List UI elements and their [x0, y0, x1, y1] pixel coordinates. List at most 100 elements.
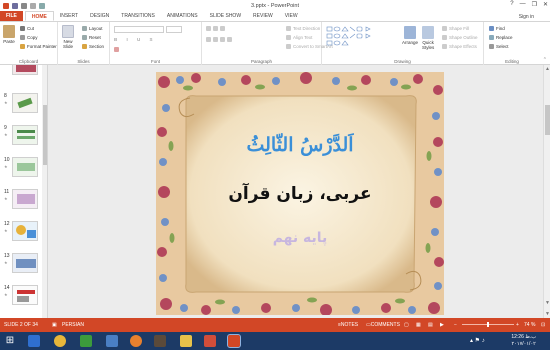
- replace-button[interactable]: Replace: [489, 35, 513, 40]
- text-direction-button[interactable]: Text Direction: [286, 26, 320, 31]
- scroll-up-icon[interactable]: ▲: [545, 66, 550, 72]
- notes-button[interactable]: ≡ NOTES: [338, 322, 358, 328]
- normal-view-icon[interactable]: ▢: [404, 322, 409, 328]
- select-button[interactable]: Select: [489, 44, 509, 49]
- restore-icon[interactable]: ❐: [532, 1, 537, 8]
- shape-effects-icon: [442, 44, 447, 49]
- new-slide-button[interactable]: New Slide: [62, 25, 74, 49]
- editor-scrollbar[interactable]: ▲ ▼ ▼: [543, 65, 550, 318]
- editor-scroll-thumb[interactable]: [545, 105, 550, 135]
- slide-thumbnails-pane: 8 ★ 9 ★ 10 ★ 11 ★ 12 ★ 13 ★ 14 ★: [0, 65, 48, 318]
- section-button[interactable]: Section: [82, 44, 104, 49]
- slideshow-view-icon[interactable]: ▶: [440, 322, 444, 328]
- slide-thumbnail[interactable]: [12, 65, 38, 75]
- slide-thumbnail[interactable]: [12, 93, 38, 113]
- close-icon[interactable]: ✕: [543, 1, 548, 8]
- font-color-button[interactable]: [114, 47, 119, 52]
- font-size-input[interactable]: [166, 26, 182, 33]
- scroll-down-icon[interactable]: ▼: [545, 300, 550, 306]
- layout-button[interactable]: Layout: [82, 26, 103, 31]
- file-explorer-icon[interactable]: [180, 335, 192, 347]
- minimize-icon[interactable]: —: [520, 1, 526, 8]
- slide-title[interactable]: اَلدَّرْسُ الثّالِثُ: [156, 134, 444, 156]
- section-icon: [82, 44, 87, 49]
- shape-effects-button[interactable]: Shape Effects: [442, 44, 477, 49]
- tab-review[interactable]: REVIEW: [247, 11, 279, 21]
- shape-fill-button[interactable]: Shape Fill: [442, 26, 469, 31]
- video-app-icon[interactable]: [154, 335, 166, 347]
- slide-thumbnail[interactable]: [12, 221, 38, 241]
- align-text-button[interactable]: Align Text: [286, 35, 312, 40]
- thumbnail-number: 8: [4, 93, 7, 99]
- media-player-icon[interactable]: [80, 335, 92, 347]
- reset-button[interactable]: Reset: [82, 35, 101, 40]
- thumb-shape: [17, 290, 35, 294]
- drawing-group-label: Drawing: [394, 59, 411, 64]
- start-button-icon[interactable]: ⊞: [4, 335, 16, 347]
- slide-subtitle[interactable]: عربی، زبان قرآن: [156, 184, 444, 204]
- slide-thumbnail[interactable]: [12, 125, 38, 145]
- shape-outline-button[interactable]: Shape Outline: [442, 35, 478, 40]
- quick-styles-icon: [422, 26, 435, 39]
- tray-icons[interactable]: ▴ ⚑ ♪: [470, 337, 485, 344]
- chrome-icon[interactable]: [54, 335, 66, 347]
- thumb-shape: [27, 230, 36, 238]
- find-button[interactable]: Find: [489, 26, 505, 31]
- language-status[interactable]: PERSIAN: [62, 322, 84, 328]
- font-name-input[interactable]: [114, 26, 164, 33]
- collapse-ribbon-icon[interactable]: ⌃: [543, 57, 547, 63]
- tab-insert[interactable]: INSERT: [54, 11, 84, 21]
- paste-button[interactable]: Paste: [3, 25, 15, 44]
- tab-file[interactable]: FILE: [0, 11, 23, 21]
- tab-slide-show[interactable]: SLIDE SHOW: [204, 11, 247, 21]
- tab-transitions[interactable]: TRANSITIONS: [115, 11, 161, 21]
- slides-group: New Slide Layout Reset Section Slides: [58, 22, 110, 65]
- fit-to-window-icon[interactable]: ⊡: [541, 322, 545, 328]
- cut-button[interactable]: Cut: [20, 26, 34, 31]
- zoom-out-icon[interactable]: −: [454, 322, 457, 328]
- comments-button[interactable]: ▭ COMMENTS: [366, 322, 400, 328]
- shape-outline-icon: [442, 35, 447, 40]
- animation-star-icon: ★: [4, 164, 8, 169]
- system-clock[interactable]: 12:26 ب.ظ ۲۰۱۷/۰۱/۰۲: [511, 334, 536, 348]
- quick-styles-button[interactable]: Quick Styles: [422, 26, 434, 50]
- slide-thumbnail[interactable]: [12, 189, 38, 209]
- spellcheck-icon[interactable]: ▣: [52, 322, 57, 328]
- slide-grade[interactable]: پایه نهم: [156, 230, 444, 246]
- justify-icon: [227, 37, 232, 42]
- tab-home[interactable]: HOME: [24, 11, 54, 21]
- tab-design[interactable]: DESIGN: [84, 11, 115, 21]
- thumbnails-scroll-thumb[interactable]: [43, 105, 47, 165]
- reading-view-icon[interactable]: ▤: [428, 322, 433, 328]
- slide-sorter-icon[interactable]: ▦: [416, 322, 421, 328]
- powerpoint-taskbar-icon[interactable]: [227, 334, 241, 348]
- format-painter-button[interactable]: Format Painter: [20, 44, 57, 49]
- slide-thumbnail[interactable]: [12, 253, 38, 273]
- text-direction-icon: [286, 26, 291, 31]
- arrange-button[interactable]: Arrange: [402, 26, 418, 45]
- zoom-level[interactable]: 74 %: [524, 322, 535, 328]
- word-app-icon[interactable]: [106, 335, 118, 347]
- zoom-slider-thumb[interactable]: [487, 322, 489, 327]
- slide-thumbnail[interactable]: [12, 157, 38, 177]
- ie-icon[interactable]: [28, 335, 40, 347]
- help-icon[interactable]: ?: [510, 1, 513, 8]
- app-icon[interactable]: [204, 335, 216, 347]
- align-buttons[interactable]: [206, 37, 232, 42]
- font-format-buttons[interactable]: B I U S: [114, 37, 157, 42]
- bullets-buttons[interactable]: [206, 26, 225, 31]
- tab-view[interactable]: VIEW: [279, 11, 304, 21]
- align-center-icon: [213, 37, 218, 42]
- paste-label: Paste: [3, 39, 15, 44]
- zoom-in-icon[interactable]: +: [516, 322, 519, 328]
- current-slide[interactable]: اَلدَّرْسُ الثّالِثُ عربی، زبان قرآن پای…: [156, 72, 444, 315]
- indent-icon: [220, 26, 225, 31]
- shapes-gallery[interactable]: [326, 26, 396, 46]
- next-slide-icon[interactable]: ▼: [545, 311, 550, 317]
- align-right-icon: [220, 37, 225, 42]
- sign-in-link[interactable]: Sign in: [519, 14, 534, 20]
- copy-button[interactable]: Copy: [20, 35, 38, 40]
- firefox-icon[interactable]: [130, 335, 142, 347]
- tab-animations[interactable]: ANIMATIONS: [161, 11, 204, 21]
- slide-thumbnail[interactable]: [12, 285, 38, 305]
